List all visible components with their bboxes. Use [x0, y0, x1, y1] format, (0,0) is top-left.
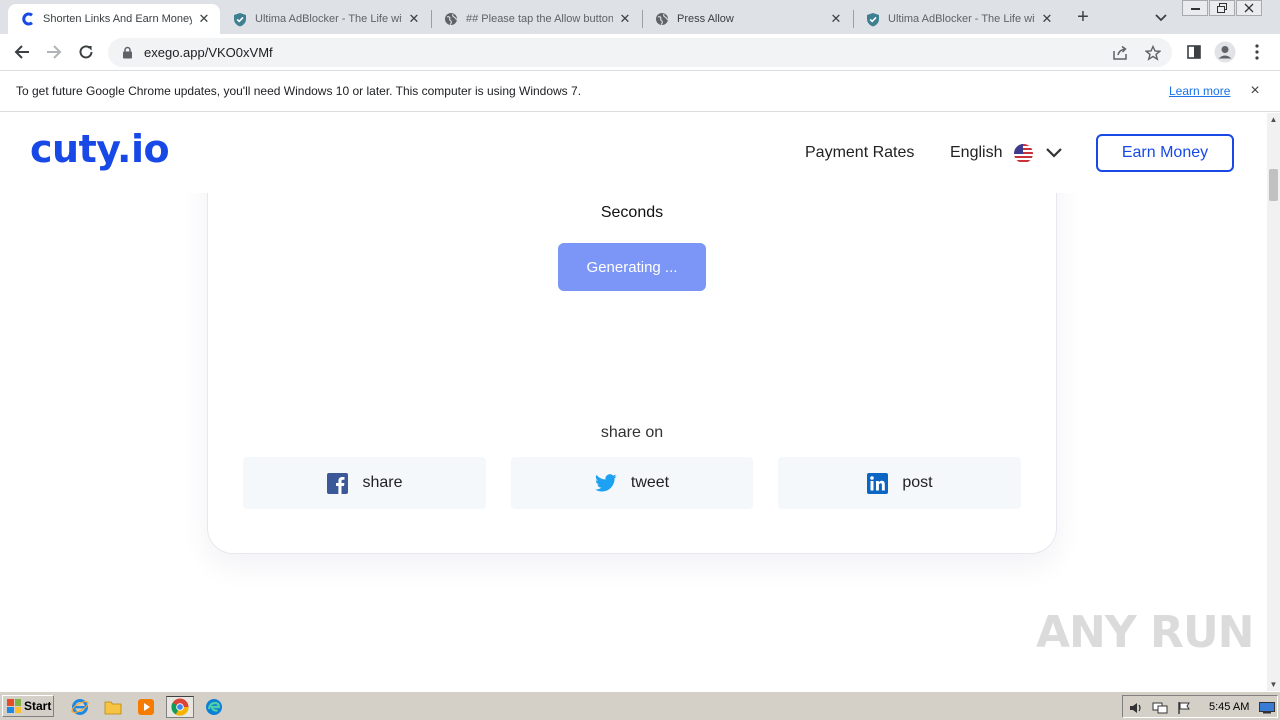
tab-close-icon[interactable]: ✕ — [196, 11, 212, 27]
update-infobar: To get future Google Chrome updates, you… — [0, 71, 1280, 112]
tab-ultima-adblocker[interactable]: Ultima AdBlocker - The Life with ✕ — [220, 4, 430, 34]
system-tray: 5:45 AM — [1122, 695, 1278, 718]
close-window-icon[interactable] — [1236, 0, 1262, 16]
side-panel-icon[interactable] — [1182, 40, 1206, 64]
url-text: exego.app/VKO0xVMf — [144, 45, 273, 60]
browser-menu-icon[interactable] — [1245, 40, 1269, 64]
payment-rates-link[interactable]: Payment Rates — [805, 144, 914, 162]
tab-shorten-links[interactable]: Shorten Links And Earn Money ✕ — [8, 4, 220, 34]
cuty-favicon-icon — [20, 11, 36, 27]
tab-please-tap-allow[interactable]: ## Please tap the Allow button ✕ — [431, 4, 641, 34]
edge-icon[interactable] — [203, 696, 225, 718]
browser-toolbar: exego.app/VKO0xVMf — [0, 34, 1280, 71]
profile-avatar-icon[interactable] — [1213, 40, 1237, 64]
infobar-message: To get future Google Chrome updates, you… — [16, 84, 582, 98]
page-viewport: 9 Seconds Generating ... share on share … — [0, 113, 1267, 691]
start-label: Start — [24, 699, 52, 713]
tab-close-icon[interactable]: ✕ — [828, 11, 844, 27]
scroll-down-arrow-icon[interactable]: ▼ — [1267, 678, 1280, 691]
windows-logo-icon — [7, 699, 21, 713]
share-page-icon[interactable] — [1111, 44, 1129, 62]
tab-ultima-adblocker-2[interactable]: Ultima AdBlocker - The Life with ✕ — [853, 4, 1063, 34]
tab-close-icon[interactable]: ✕ — [406, 11, 422, 27]
tab-strip: Shorten Links And Earn Money ✕ Ultima Ad… — [0, 0, 1280, 34]
language-selector[interactable]: English — [950, 144, 1002, 162]
facebook-share-button[interactable]: share — [243, 457, 486, 509]
show-desktop-icon[interactable] — [1259, 700, 1275, 715]
back-arrow-icon[interactable] — [10, 40, 34, 64]
us-flag-icon[interactable] — [1014, 144, 1033, 163]
tab-title: Ultima AdBlocker - The Life with — [888, 13, 1035, 25]
file-explorer-icon[interactable] — [102, 696, 124, 718]
twitter-share-button[interactable]: tweet — [511, 457, 753, 509]
reload-icon[interactable] — [74, 40, 98, 64]
tab-close-icon[interactable]: ✕ — [617, 11, 633, 27]
taskbar-clock: 5:45 AM — [1209, 701, 1250, 713]
infobar-close-icon[interactable]: × — [1247, 83, 1263, 99]
twitter-icon — [595, 472, 617, 494]
linkedin-icon — [866, 472, 888, 494]
minimize-icon[interactable] — [1182, 0, 1208, 16]
window-controls — [1181, 0, 1262, 18]
globe-icon — [443, 11, 459, 27]
anyrun-watermark: ANY RUN — [1036, 607, 1254, 658]
earn-money-button[interactable]: Earn Money — [1096, 134, 1234, 172]
timer-unit-label: Seconds — [600, 204, 664, 221]
start-button[interactable]: Start — [2, 695, 54, 717]
site-header: cuty.io Payment Rates English Earn Money — [0, 113, 1267, 193]
lock-icon[interactable] — [120, 46, 134, 60]
scrollbar-thumb[interactable] — [1269, 169, 1278, 201]
scroll-up-arrow-icon[interactable]: ▲ — [1267, 113, 1280, 126]
cuty-logo[interactable]: cuty.io — [30, 127, 170, 171]
restore-icon[interactable] — [1209, 0, 1235, 16]
action-center-flag-icon[interactable] — [1176, 700, 1192, 715]
facebook-icon — [326, 472, 348, 494]
windows-taskbar: Start 5:45 AM — [0, 691, 1280, 720]
network-icon[interactable] — [1152, 700, 1168, 715]
learn-more-link[interactable]: Learn more — [1169, 84, 1230, 98]
shield-icon — [865, 11, 881, 27]
tab-press-allow[interactable]: Press Allow ✕ — [642, 4, 852, 34]
bookmark-star-icon[interactable] — [1144, 44, 1162, 62]
post-label: post — [902, 474, 933, 491]
tab-close-icon[interactable]: ✕ — [1039, 11, 1055, 27]
share-heading: share on — [600, 424, 664, 441]
new-tab-button[interactable]: + — [1072, 7, 1094, 29]
page-scrollbar[interactable]: ▲ ▼ — [1267, 113, 1280, 691]
tab-search-chevron-icon[interactable] — [1151, 8, 1171, 28]
chevron-down-icon[interactable] — [1045, 145, 1063, 161]
forward-arrow-icon[interactable] — [42, 40, 66, 64]
shield-icon — [232, 11, 248, 27]
tab-title: Shorten Links And Earn Money — [43, 13, 192, 25]
tab-title: Ultima AdBlocker - The Life with — [255, 13, 402, 25]
globe-icon — [654, 11, 670, 27]
tab-title: ## Please tap the Allow button — [466, 13, 613, 25]
volume-icon[interactable] — [1128, 700, 1144, 715]
tweet-label: tweet — [630, 474, 670, 491]
internet-explorer-icon[interactable] — [69, 696, 91, 718]
share-label: share — [362, 474, 403, 491]
address-bar[interactable]: exego.app/VKO0xVMf — [108, 38, 1172, 67]
linkedin-share-button[interactable]: post — [778, 457, 1021, 509]
media-player-icon[interactable] — [135, 696, 157, 718]
tab-title: Press Allow — [677, 13, 734, 25]
chrome-taskbar-icon[interactable] — [166, 696, 194, 718]
generating-button[interactable]: Generating ... — [558, 243, 706, 291]
